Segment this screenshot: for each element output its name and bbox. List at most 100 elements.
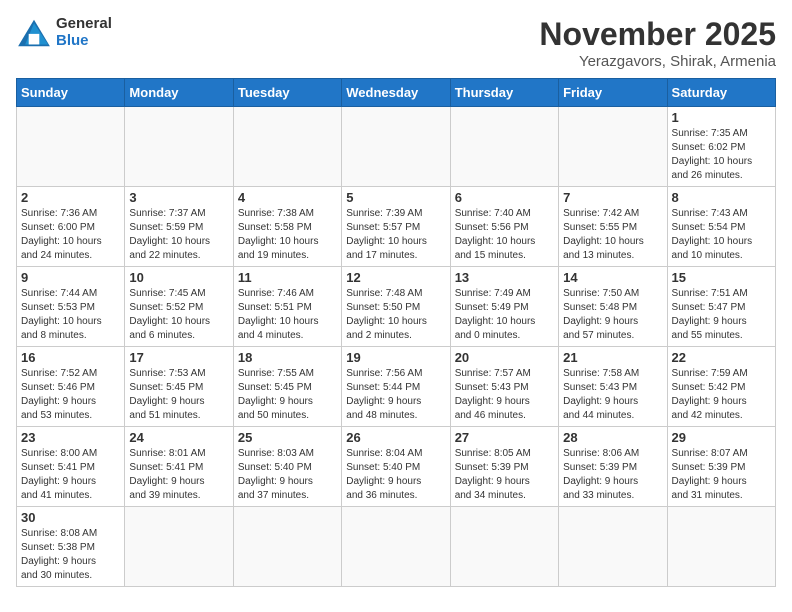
day-number: 26	[346, 430, 445, 445]
calendar-cell: 25 Sunrise: 8:03 AM Sunset: 5:40 PM Dayli…	[233, 427, 341, 507]
day-info: Sunrise: 8:05 AM Sunset: 5:39 PM Dayligh…	[455, 447, 554, 503]
calendar-cell: 20 Sunrise: 7:57 AM Sunset: 5:43 PM Dayli…	[450, 347, 558, 427]
calendar-cell: 23 Sunrise: 8:00 AM Sunset: 5:41 PM Dayli…	[17, 427, 125, 507]
logo-icon	[16, 18, 52, 48]
calendar-cell: 2Sunrise: 7:36 AM Sunset: 6:00 PM Daylig…	[17, 187, 125, 267]
weekday-header-row: SundayMondayTuesdayWednesdayThursdayFrid…	[17, 79, 776, 107]
day-number: 5	[346, 190, 445, 205]
day-number: 25	[238, 430, 337, 445]
week-row-3: 16 Sunrise: 7:52 AM Sunset: 5:46 PM Dayli…	[17, 347, 776, 427]
day-info: Sunrise: 8:06 AM Sunset: 5:39 PM Dayligh…	[563, 447, 662, 503]
day-number: 19	[346, 350, 445, 365]
logo: General Blue	[16, 16, 112, 49]
calendar-cell: 10 Sunrise: 7:45 AM Sunset: 5:52 PM Dayli…	[125, 267, 233, 347]
day-number: 29	[672, 430, 771, 445]
location-title: Yerazgavors, Shirak, Armenia	[539, 53, 776, 70]
day-number: 22	[672, 350, 771, 365]
calendar-cell: 4Sunrise: 7:38 AM Sunset: 5:58 PM Daylig…	[233, 187, 341, 267]
calendar-cell: 7 Sunrise: 7:42 AM Sunset: 5:55 PM Daylig…	[559, 187, 667, 267]
calendar-cell	[342, 507, 450, 587]
month-title: November 2025	[539, 16, 776, 53]
day-info: Sunrise: 7:43 AM Sunset: 5:54 PM Dayligh…	[672, 207, 771, 263]
calendar-cell	[125, 507, 233, 587]
calendar-cell: 18Sunrise: 7:55 AM Sunset: 5:45 PM Dayli…	[233, 347, 341, 427]
calendar-cell: 29Sunrise: 8:07 AM Sunset: 5:39 PM Dayli…	[667, 427, 775, 507]
calendar-cell: 28 Sunrise: 8:06 AM Sunset: 5:39 PM Dayli…	[559, 427, 667, 507]
calendar-cell: 12 Sunrise: 7:48 AM Sunset: 5:50 PM Dayli…	[342, 267, 450, 347]
calendar-cell: 22Sunrise: 7:59 AM Sunset: 5:42 PM Dayli…	[667, 347, 775, 427]
calendar-cell	[667, 507, 775, 587]
day-info: Sunrise: 7:37 AM Sunset: 5:59 PM Dayligh…	[129, 207, 228, 263]
week-row-0: 1 Sunrise: 7:35 AM Sunset: 6:02 PM Daylig…	[17, 107, 776, 187]
calendar-cell: 8Sunrise: 7:43 AM Sunset: 5:54 PM Daylig…	[667, 187, 775, 267]
day-info: Sunrise: 7:57 AM Sunset: 5:43 PM Dayligh…	[455, 367, 554, 423]
calendar-cell: 26 Sunrise: 8:04 AM Sunset: 5:40 PM Dayli…	[342, 427, 450, 507]
day-info: Sunrise: 7:44 AM Sunset: 5:53 PM Dayligh…	[21, 287, 120, 343]
calendar-cell	[233, 107, 341, 187]
day-number: 21	[563, 350, 662, 365]
day-number: 10	[129, 270, 228, 285]
calendar-cell: 19 Sunrise: 7:56 AM Sunset: 5:44 PM Dayli…	[342, 347, 450, 427]
calendar-cell: 17 Sunrise: 7:53 AM Sunset: 5:45 PM Dayli…	[125, 347, 233, 427]
day-info: Sunrise: 7:42 AM Sunset: 5:55 PM Dayligh…	[563, 207, 662, 263]
day-info: Sunrise: 7:56 AM Sunset: 5:44 PM Dayligh…	[346, 367, 445, 423]
weekday-header-thursday: Thursday	[450, 79, 558, 107]
day-number: 20	[455, 350, 554, 365]
calendar-cell	[450, 507, 558, 587]
day-info: Sunrise: 7:35 AM Sunset: 6:02 PM Dayligh…	[672, 127, 771, 183]
weekday-header-tuesday: Tuesday	[233, 79, 341, 107]
day-number: 24	[129, 430, 228, 445]
calendar-cell	[559, 107, 667, 187]
day-info: Sunrise: 7:36 AM Sunset: 6:00 PM Dayligh…	[21, 207, 120, 263]
day-info: Sunrise: 8:00 AM Sunset: 5:41 PM Dayligh…	[21, 447, 120, 503]
title-area: November 2025 Yerazgavors, Shirak, Armen…	[539, 16, 776, 70]
day-info: Sunrise: 8:03 AM Sunset: 5:40 PM Dayligh…	[238, 447, 337, 503]
day-info: Sunrise: 8:01 AM Sunset: 5:41 PM Dayligh…	[129, 447, 228, 503]
day-info: Sunrise: 7:48 AM Sunset: 5:50 PM Dayligh…	[346, 287, 445, 343]
day-info: Sunrise: 7:53 AM Sunset: 5:45 PM Dayligh…	[129, 367, 228, 423]
day-number: 17	[129, 350, 228, 365]
calendar-cell: 1 Sunrise: 7:35 AM Sunset: 6:02 PM Daylig…	[667, 107, 775, 187]
week-row-4: 23 Sunrise: 8:00 AM Sunset: 5:41 PM Dayli…	[17, 427, 776, 507]
day-info: Sunrise: 7:38 AM Sunset: 5:58 PM Dayligh…	[238, 207, 337, 263]
day-info: Sunrise: 7:45 AM Sunset: 5:52 PM Dayligh…	[129, 287, 228, 343]
calendar-cell: 30 Sunrise: 8:08 AM Sunset: 5:38 PM Dayli…	[17, 507, 125, 587]
calendar-cell: 11 Sunrise: 7:46 AM Sunset: 5:51 PM Dayli…	[233, 267, 341, 347]
weekday-header-saturday: Saturday	[667, 79, 775, 107]
day-info: Sunrise: 7:50 AM Sunset: 5:48 PM Dayligh…	[563, 287, 662, 343]
day-number: 6	[455, 190, 554, 205]
calendar-cell: 3Sunrise: 7:37 AM Sunset: 5:59 PM Daylig…	[125, 187, 233, 267]
calendar: SundayMondayTuesdayWednesdayThursdayFrid…	[16, 78, 776, 587]
day-number: 16	[21, 350, 120, 365]
calendar-cell	[125, 107, 233, 187]
day-number: 1	[672, 110, 771, 125]
logo-text: General Blue	[56, 16, 112, 49]
day-number: 11	[238, 270, 337, 285]
day-number: 27	[455, 430, 554, 445]
calendar-cell: 24 Sunrise: 8:01 AM Sunset: 5:41 PM Dayli…	[125, 427, 233, 507]
day-info: Sunrise: 7:39 AM Sunset: 5:57 PM Dayligh…	[346, 207, 445, 263]
weekday-header-wednesday: Wednesday	[342, 79, 450, 107]
calendar-cell	[342, 107, 450, 187]
day-number: 13	[455, 270, 554, 285]
calendar-cell: 6 Sunrise: 7:40 AM Sunset: 5:56 PM Daylig…	[450, 187, 558, 267]
weekday-header-monday: Monday	[125, 79, 233, 107]
day-number: 7	[563, 190, 662, 205]
day-info: Sunrise: 8:08 AM Sunset: 5:38 PM Dayligh…	[21, 527, 120, 583]
calendar-cell	[233, 507, 341, 587]
day-info: Sunrise: 8:04 AM Sunset: 5:40 PM Dayligh…	[346, 447, 445, 503]
day-number: 12	[346, 270, 445, 285]
day-number: 28	[563, 430, 662, 445]
day-number: 18	[238, 350, 337, 365]
week-row-2: 9Sunrise: 7:44 AM Sunset: 5:53 PM Daylig…	[17, 267, 776, 347]
calendar-cell	[450, 107, 558, 187]
week-row-5: 30 Sunrise: 8:08 AM Sunset: 5:38 PM Dayli…	[17, 507, 776, 587]
day-number: 30	[21, 510, 120, 525]
calendar-cell: 16 Sunrise: 7:52 AM Sunset: 5:46 PM Dayli…	[17, 347, 125, 427]
day-number: 23	[21, 430, 120, 445]
week-row-1: 2Sunrise: 7:36 AM Sunset: 6:00 PM Daylig…	[17, 187, 776, 267]
day-info: Sunrise: 7:46 AM Sunset: 5:51 PM Dayligh…	[238, 287, 337, 343]
calendar-cell: 5 Sunrise: 7:39 AM Sunset: 5:57 PM Daylig…	[342, 187, 450, 267]
day-info: Sunrise: 7:52 AM Sunset: 5:46 PM Dayligh…	[21, 367, 120, 423]
day-info: Sunrise: 7:40 AM Sunset: 5:56 PM Dayligh…	[455, 207, 554, 263]
